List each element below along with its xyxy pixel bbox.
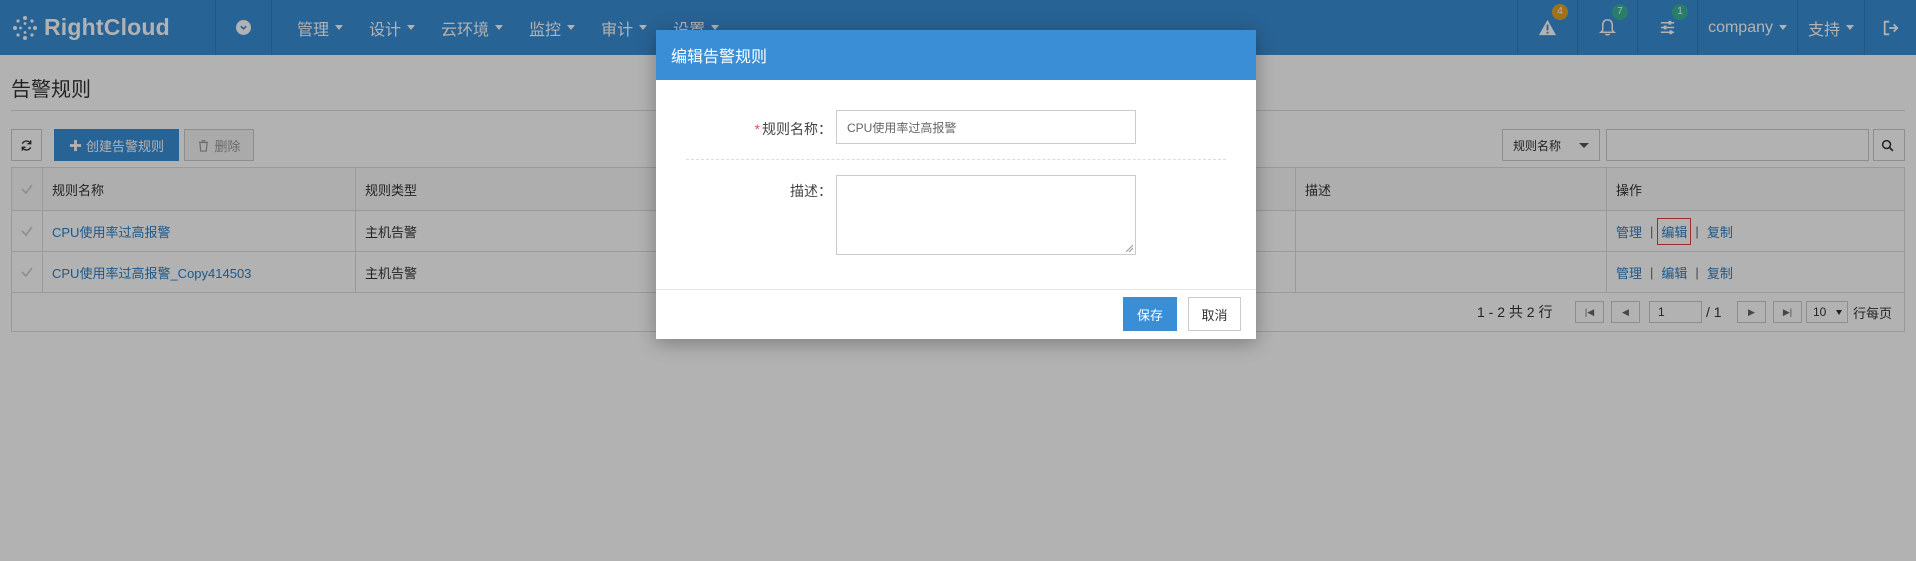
dialog-title: 编辑告警规则 <box>656 30 1256 80</box>
required-marker: * <box>754 121 760 137</box>
edit-alarm-rule-dialog: 编辑告警规则 * 规则名称： CPU使用率过高报警 描述： 保存 取消 <box>656 30 1256 339</box>
description-label: 描述： <box>790 183 832 199</box>
cancel-button[interactable]: 取消 <box>1188 297 1241 331</box>
save-button[interactable]: 保存 <box>1123 297 1177 331</box>
rule-name-label: * 规则名称： <box>755 119 832 139</box>
form-divider <box>686 159 1226 160</box>
dialog-footer: 保存 取消 <box>656 289 1256 339</box>
resize-grip-icon[interactable] <box>1125 244 1133 252</box>
rule-name-label-text: 规则名称： <box>762 121 832 137</box>
rule-name-input[interactable]: CPU使用率过高报警 <box>836 110 1136 144</box>
description-textarea[interactable] <box>836 175 1136 255</box>
